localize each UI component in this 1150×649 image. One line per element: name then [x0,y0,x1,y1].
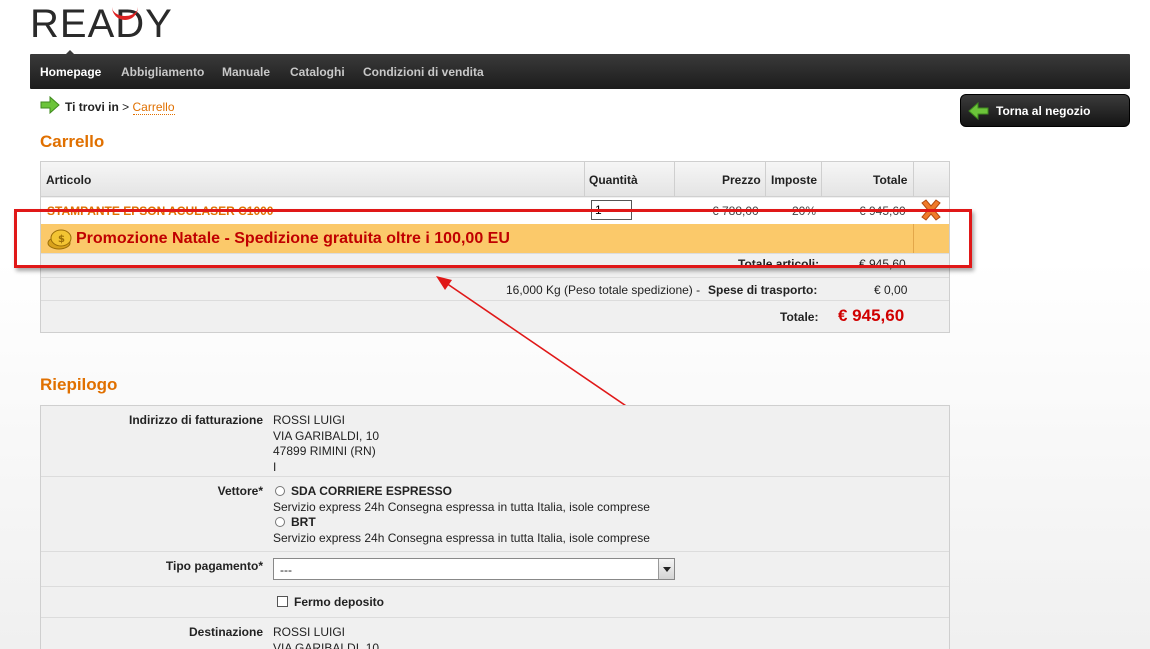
cart-table: Articolo Quantità Prezzo Imposte Totale … [40,161,950,333]
summary-title: Riepilogo [40,375,118,394]
back-to-shop-button[interactable]: Torna al negozio [960,94,1130,127]
chevron-down-icon [663,567,671,572]
cart-item-total: € 945,60 [859,204,906,218]
cart-total-row: Totale: € 945,60 [41,300,949,332]
green-arrow-right-icon [40,96,60,114]
breadcrumb-current-link[interactable]: Carrello [132,100,175,115]
summary-row-carrier: Vettore* SDA CORRIERE ESPRESSO Servizio … [41,477,949,552]
billing-line: 47899 RIMINI (RN) [273,444,376,458]
col-articolo: Articolo [46,173,92,187]
destination-line: VIA GARIBALDI, 10 [273,640,380,649]
summary-row-destination: Destinazione ROSSI LUIGI VIA GARIBALDI, … [41,618,949,649]
carrier-desc-sda: Servizio express 24h Consegna espressa i… [273,499,650,514]
cart-item-price: € 788,00 [712,204,759,218]
summary-row-billing: Indirizzo di fatturazione ROSSI LUIGI VI… [41,406,949,477]
payment-type-select[interactable]: --- [273,558,675,580]
nav-item-abbigliamento[interactable]: Abbigliamento [121,65,204,79]
carrier-radio-sda[interactable] [275,486,285,496]
main-navbar: Homepage Abbigliamento Manuale Cataloghi… [30,54,1130,89]
cart-shipping-row: 16,000 Kg (Peso totale spedizione) - Spe… [41,277,949,300]
shipping-weight: 16,000 Kg (Peso totale spedizione) - [506,283,701,297]
col-totale: Totale [873,173,908,187]
total-value: € 945,60 [838,306,905,325]
col-prezzo: Prezzo [722,173,761,187]
billing-label: Indirizzo di fatturazione [129,413,263,427]
logo[interactable]: READY [30,4,173,44]
fermo-deposito-label: Fermo deposito [294,595,385,609]
billing-line: ROSSI LUIGI [273,413,346,427]
delete-x-icon[interactable] [919,199,943,221]
summary-row-fermo: Fermo deposito [41,587,949,618]
green-arrow-left-icon [968,102,989,120]
billing-line: VIA GARIBALDI, 10 [273,428,380,443]
payment-label: Tipo pagamento* [165,559,263,573]
cart-item-product-link[interactable]: STAMPANTE EPSON ACULASER C1000 [47,204,273,218]
carrier-label: Vettore* [217,484,263,498]
total-label: Totale: [780,310,819,324]
billing-line: I [273,459,277,474]
carrier-options: SDA CORRIERE ESPRESSO Servizio express 2… [273,484,650,546]
nav-item-condizioni-di-vendita[interactable]: Condizioni di vendita [363,65,484,79]
cart-table-header: Articolo Quantità Prezzo Imposte Totale [41,162,949,197]
promo-text: Promozione Natale - Spedizione gratuita … [76,230,510,247]
billing-address: ROSSI LUIGI VIA GARIBALDI, 10 47899 RIMI… [273,413,379,475]
payment-selected-value: --- [280,563,292,577]
breadcrumb-prefix: Ti trovi in [65,100,119,114]
summary-table: Indirizzo di fatturazione ROSSI LUIGI VI… [40,405,950,649]
shipping-label: Spese di trasporto: [708,283,818,297]
col-quantita: Quantità [589,173,638,187]
destination-address: ROSSI LUIGI VIA GARIBALDI, 10 [273,625,379,649]
cart-item-quantity-input[interactable] [591,200,632,220]
cart-title: Carrello [40,132,105,151]
col-imposte: Imposte [771,173,818,187]
cart-item-tax: 20% [792,204,817,218]
carrier-name-brt: BRT [291,515,316,529]
destination-line: ROSSI LUIGI [273,625,346,639]
cart-totale-articoli-row: Totale articoli: € 945,60 [41,253,949,277]
breadcrumb-separator: > [122,100,130,114]
svg-text:$: $ [58,234,65,245]
carrier-radio-brt[interactable] [275,517,285,527]
destination-label: Destinazione [188,625,263,639]
select-dropdown-button[interactable] [658,559,674,579]
totale-articoli-label: Totale articoli: [738,257,820,271]
coins-icon: $ [47,229,72,250]
carrier-name-sda: SDA CORRIERE ESPRESSO [291,484,452,498]
fermo-deposito-checkbox[interactable] [277,596,288,607]
promo-row: $ Promozione Natale - Spedizione gratuit… [41,224,949,253]
totale-articoli-value: € 945,60 [859,257,906,271]
cart-item-row: STAMPANTE EPSON ACULASER C1000 € 788,00 … [41,198,949,224]
shipping-value: € 0,00 [874,283,908,297]
summary-row-payment: Tipo pagamento* --- [41,552,949,587]
nav-item-homepage[interactable]: Homepage [40,65,101,79]
carrier-desc-brt: Servizio express 24h Consegna espressa i… [273,530,650,545]
back-to-shop-label: Torna al negozio [996,104,1091,118]
nav-item-manuale[interactable]: Manuale [222,65,270,79]
nav-item-cataloghi[interactable]: Cataloghi [290,65,345,79]
